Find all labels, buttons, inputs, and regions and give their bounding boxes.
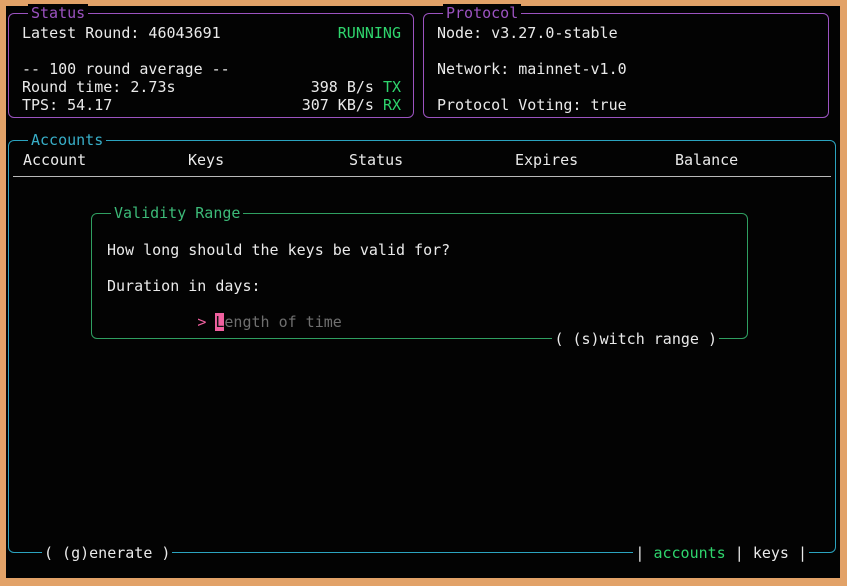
round-time-text: Round time: 2.73s (22, 78, 176, 96)
input-placeholder: ength of time (224, 313, 341, 331)
view-tabs: | accounts | keys | (633, 544, 809, 562)
protocol-panel: Protocol Node: v3.27.0-stable Network: m… (423, 13, 829, 118)
validity-range-title: Validity Range (111, 204, 243, 222)
tab-accounts[interactable]: accounts (653, 544, 725, 562)
tab-separator: | (789, 544, 807, 562)
table-header-divider (13, 176, 831, 177)
column-header-keys: Keys (188, 151, 224, 169)
node-version-text: Node: v3.27.0-stable (437, 24, 618, 42)
duration-input[interactable]: > Length of time (107, 295, 732, 313)
spacer-row (437, 42, 816, 60)
tps-text: TPS: 54.17 (22, 96, 112, 114)
rx-label: RX (383, 96, 401, 114)
column-header-status: Status (349, 151, 403, 169)
duration-label: Duration in days: (107, 277, 732, 295)
network-text: Network: mainnet-v1.0 (437, 60, 627, 78)
terminal-screen: Status Latest Round: 46043691 RUNNING --… (6, 6, 840, 578)
protocol-voting-text: Protocol Voting: true (437, 96, 627, 114)
status-panel-title: Status (28, 4, 88, 22)
tx-rate: 398 B/sTX (311, 78, 401, 96)
round-average-header: -- 100 round average -- (22, 60, 230, 78)
column-header-account: Account (23, 151, 86, 169)
generate-button[interactable]: ( (g)enerate ) (42, 544, 172, 562)
tab-separator: | (635, 544, 653, 562)
spacer-row (107, 259, 732, 277)
accounts-panel-title: Accounts (28, 131, 106, 149)
input-prompt-icon: > (197, 313, 215, 331)
column-header-balance: Balance (675, 151, 738, 169)
validity-range-dialog: Validity Range How long should the keys … (91, 213, 748, 339)
spacer-row (22, 42, 401, 60)
tx-label: TX (383, 78, 401, 96)
protocol-panel-title: Protocol (443, 4, 521, 22)
running-status-badge: RUNNING (338, 24, 401, 42)
rx-rate: 307 KB/sRX (302, 96, 401, 114)
latest-round-text: Latest Round: 46043691 (22, 24, 221, 42)
accounts-table-header: Account Keys Status Expires Balance (9, 151, 835, 169)
tab-keys[interactable]: keys (753, 544, 789, 562)
tab-separator: | (726, 544, 753, 562)
column-header-expires: Expires (515, 151, 578, 169)
validity-question-text: How long should the keys be valid for? (107, 241, 732, 259)
status-panel: Status Latest Round: 46043691 RUNNING --… (8, 13, 414, 118)
switch-range-button[interactable]: ( (s)witch range ) (552, 330, 719, 348)
spacer-row (437, 78, 816, 96)
accounts-panel: Accounts Account Keys Status Expires Bal… (8, 140, 836, 553)
